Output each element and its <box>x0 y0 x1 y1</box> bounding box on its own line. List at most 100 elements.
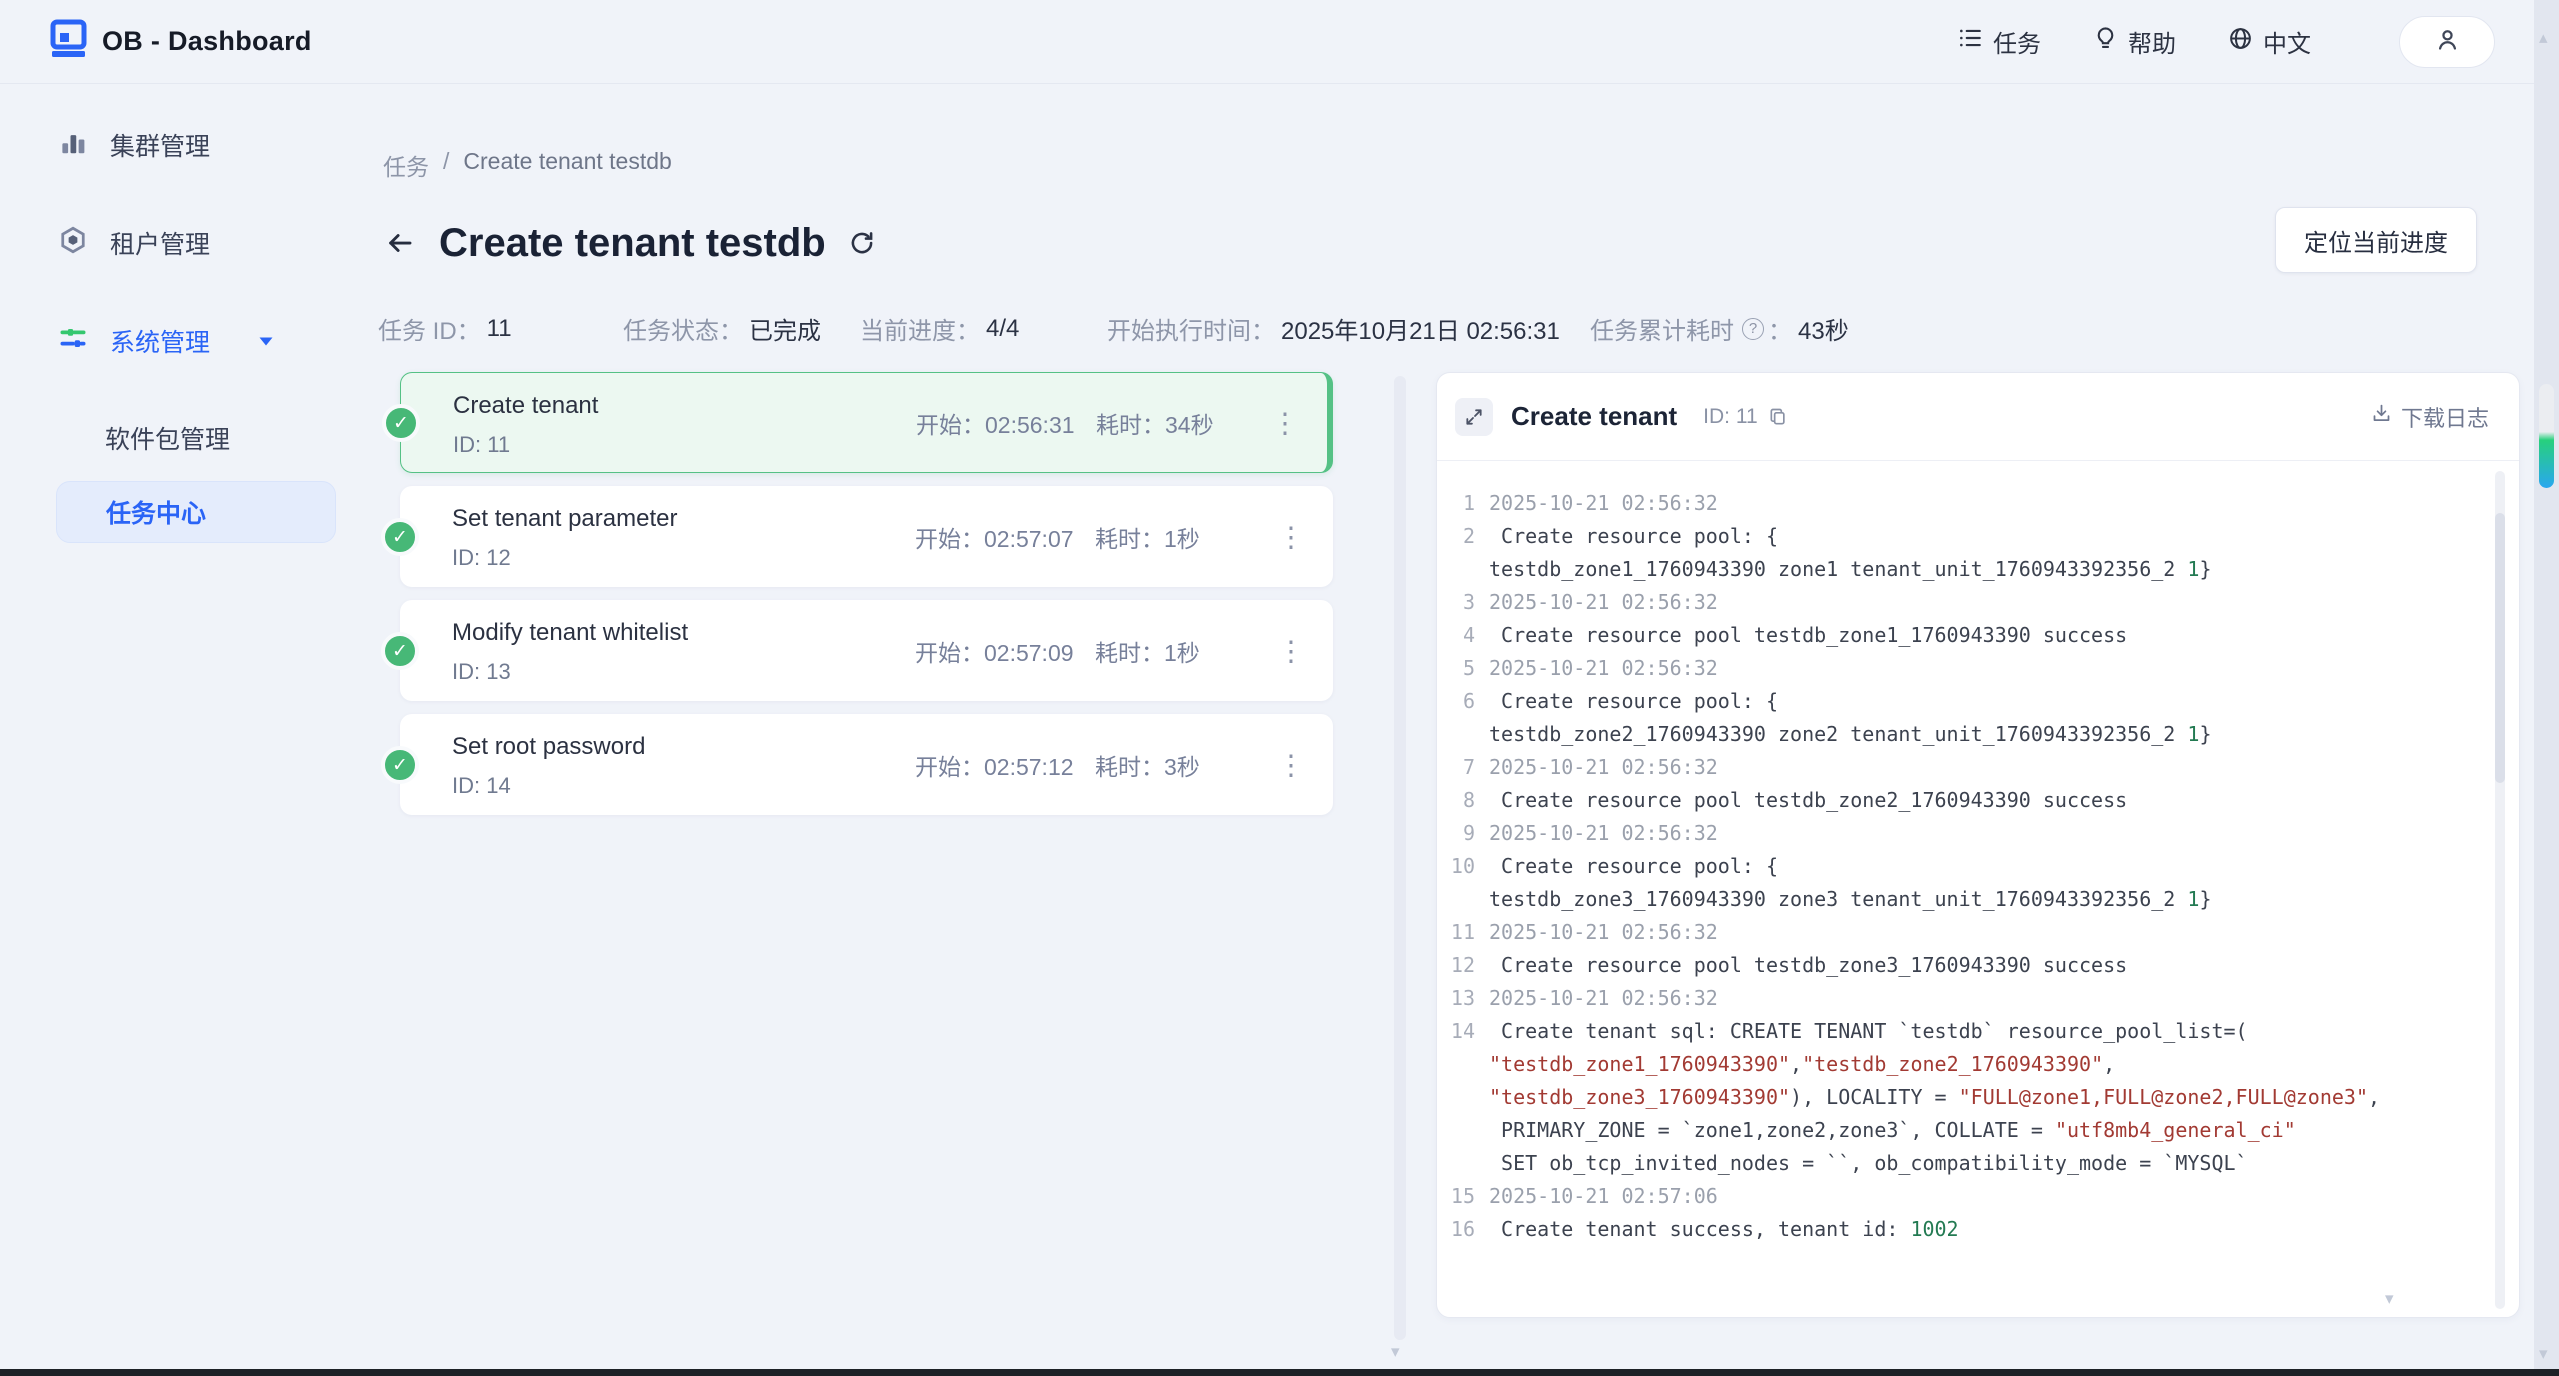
breadcrumb-root[interactable]: 任务 <box>383 148 429 182</box>
log-line-number: 6 <box>1437 685 1489 718</box>
log-line-content: 2025-10-21 02:56:32 <box>1489 652 1718 685</box>
log-line: SET ob_tcp_invited_nodes = ``, ob_compat… <box>1437 1147 2473 1180</box>
info-item: 开始执行时间：2025年10月21日 02:56:31 <box>1107 311 1560 346</box>
task-card-3[interactable]: ✓Modify tenant whitelistID: 13开始：02:57:0… <box>400 600 1333 701</box>
task-duration: 耗时：1秒 <box>1095 634 1200 668</box>
log-line: 4 Create resource pool testdb_zone1_1760… <box>1437 619 2473 652</box>
log-line-content: PRIMARY_ZONE = `zone1,zone2,zone3`, COLL… <box>1489 1114 2296 1147</box>
task-list-scrollbar[interactable] <box>1394 376 1406 1340</box>
log-line: 92025-10-21 02:56:32 <box>1437 817 2473 850</box>
task-name: Create tenant <box>453 392 598 420</box>
log-scrollbar-thumb[interactable] <box>2495 513 2505 783</box>
page-scrollbar-thumb[interactable] <box>2539 384 2554 488</box>
log-segment-plain: Create tenant success, tenant id: <box>1489 1217 1910 1241</box>
scroll-up-arrow-icon[interactable]: ▴ <box>2539 30 2548 47</box>
log-line-number <box>1437 883 1489 916</box>
status-success-icon: ✓ <box>381 518 419 556</box>
sidebar-item-tenant[interactable]: 租户管理 <box>0 211 360 275</box>
log-segment-num: 1 <box>2187 557 2199 581</box>
task-card-2[interactable]: ✓Set tenant parameterID: 12开始：02:57:07耗时… <box>400 486 1333 587</box>
scroll-down-arrow-icon[interactable]: ▾ <box>2539 1346 2548 1363</box>
task-duration: 耗时：3秒 <box>1095 748 1200 782</box>
log-line-number: 2 <box>1437 520 1489 553</box>
expand-icon[interactable] <box>1455 398 1493 436</box>
log-line-content: testdb_zone2_1760943390 zone2 tenant_uni… <box>1489 718 2211 751</box>
log-segment-plain: testdb_zone1_1760943390 zone1 tenant_uni… <box>1489 557 2187 581</box>
ob-logo-icon <box>48 19 88 64</box>
log-segment-time: 2025-10-21 02:56:32 <box>1489 590 1718 614</box>
log-panel: Create tenant ID: 11 下载日志 12025-10-21 02… <box>1436 372 2520 1318</box>
topnav-language-label: 中文 <box>2263 24 2311 59</box>
download-log-label: 下载日志 <box>2401 401 2489 433</box>
log-line-number: 13 <box>1437 982 1489 1015</box>
topnav-help[interactable]: 帮助 <box>2093 24 2176 59</box>
status-success-icon: ✓ <box>382 404 420 442</box>
task-start-time: 开始：02:57:07 <box>915 520 1074 554</box>
log-line: 2 Create resource pool: { <box>1437 520 2473 553</box>
user-icon <box>2434 26 2461 58</box>
topnav-help-label: 帮助 <box>2128 24 2176 59</box>
info-label: 任务累计耗时 <box>1590 311 1734 346</box>
log-line-number: 9 <box>1437 817 1489 850</box>
user-avatar[interactable] <box>2399 16 2495 68</box>
log-line: testdb_zone1_1760943390 zone1 tenant_uni… <box>1437 553 2473 586</box>
kebab-menu-icon[interactable]: ⋮ <box>1265 406 1305 439</box>
globe-icon <box>2228 26 2253 58</box>
back-arrow-icon[interactable] <box>383 228 417 258</box>
info-item: 任务累计耗时?：43秒 <box>1590 311 1849 346</box>
log-segment-num: 1 <box>2187 722 2199 746</box>
log-line-content: Create tenant success, tenant id: 1002 <box>1489 1213 1959 1246</box>
topnav-tasks[interactable]: 任务 <box>1957 24 2041 59</box>
sidebar-item-cluster[interactable]: 集群管理 <box>0 113 360 177</box>
download-log-button[interactable]: 下载日志 <box>2371 401 2489 433</box>
sidebar-item-packages[interactable]: 软件包管理 <box>0 407 360 469</box>
log-segment-plain: testdb_zone2_1760943390 zone2 tenant_uni… <box>1489 722 2187 746</box>
kebab-menu-icon[interactable]: ⋮ <box>1271 634 1311 667</box>
log-line: testdb_zone2_1760943390 zone2 tenant_uni… <box>1437 718 2473 751</box>
log-line-content: 2025-10-21 02:56:32 <box>1489 751 1718 784</box>
sidebar-item-task-center-label: 任务中心 <box>106 494 206 530</box>
task-duration: 耗时：34秒 <box>1096 406 1214 440</box>
log-line-content: 2025-10-21 02:56:32 <box>1489 982 1718 1015</box>
log-line-number: 8 <box>1437 784 1489 817</box>
refresh-icon[interactable] <box>848 229 876 257</box>
sidebar-item-system-label: 系统管理 <box>110 323 210 359</box>
app-root: { "topbar": { "brand": "OB - Dashboard",… <box>0 0 2559 1376</box>
log-segment-num: 1 <box>2187 887 2199 911</box>
task-list-icon <box>1957 25 1983 58</box>
kebab-menu-icon[interactable]: ⋮ <box>1271 520 1311 553</box>
log-line: "testdb_zone1_1760943390","testdb_zone2_… <box>1437 1048 2473 1081</box>
log-line-number: 7 <box>1437 751 1489 784</box>
log-line-number: 1 <box>1437 487 1489 520</box>
locate-progress-button[interactable]: 定位当前进度 <box>2275 207 2477 273</box>
log-segment-str: "testdb_zone2_1760943390" <box>1802 1052 2103 1076</box>
log-segment-plain: Create tenant sql: CREATE TENANT `testdb… <box>1489 1019 2248 1043</box>
log-segment-str: "testdb_zone1_1760943390" <box>1489 1052 1790 1076</box>
sidebar-item-task-center[interactable]: 任务中心 <box>56 481 336 543</box>
chevron-down-icon <box>258 336 274 347</box>
topnav-language[interactable]: 中文 <box>2228 24 2311 59</box>
sidebar-item-system[interactable]: 系统管理 <box>0 309 360 373</box>
task-card-4[interactable]: ✓Set root passwordID: 14开始：02:57:12耗时：3秒… <box>400 714 1333 815</box>
task-card-1[interactable]: ✓Create tenantID: 11开始：02:56:31耗时：34秒⋮ <box>400 372 1333 473</box>
help-circle-icon[interactable]: ? <box>1742 318 1764 340</box>
info-label: 当前进度： <box>860 311 980 346</box>
log-segment-str: "FULL@zone1,FULL@zone2,FULL@zone3" <box>1959 1085 2368 1109</box>
log-segment-plain: Create resource pool testdb_zone2_176094… <box>1489 788 2127 812</box>
log-line-content: 2025-10-21 02:56:32 <box>1489 586 1718 619</box>
log-segment-plain: } <box>2199 722 2211 746</box>
copy-icon[interactable] <box>1768 406 1788 428</box>
log-line: 8 Create resource pool testdb_zone2_1760… <box>1437 784 2473 817</box>
log-line-number: 3 <box>1437 586 1489 619</box>
log-line-number: 16 <box>1437 1213 1489 1246</box>
info-value: 43秒 <box>1798 311 1849 346</box>
kebab-menu-icon[interactable]: ⋮ <box>1271 748 1311 781</box>
log-line: 12 Create resource pool testdb_zone3_176… <box>1437 949 2473 982</box>
page-scrollbar[interactable]: ▴ ▾ <box>2534 0 2559 1369</box>
log-line-content: 2025-10-21 02:56:32 <box>1489 487 1718 520</box>
task-start-time: 开始：02:57:12 <box>915 748 1074 782</box>
task-start-time: 开始：02:57:09 <box>915 634 1074 668</box>
breadcrumb-separator: / <box>443 148 449 182</box>
log-line-number: 14 <box>1437 1015 1489 1048</box>
log-line: 10 Create resource pool: { <box>1437 850 2473 883</box>
